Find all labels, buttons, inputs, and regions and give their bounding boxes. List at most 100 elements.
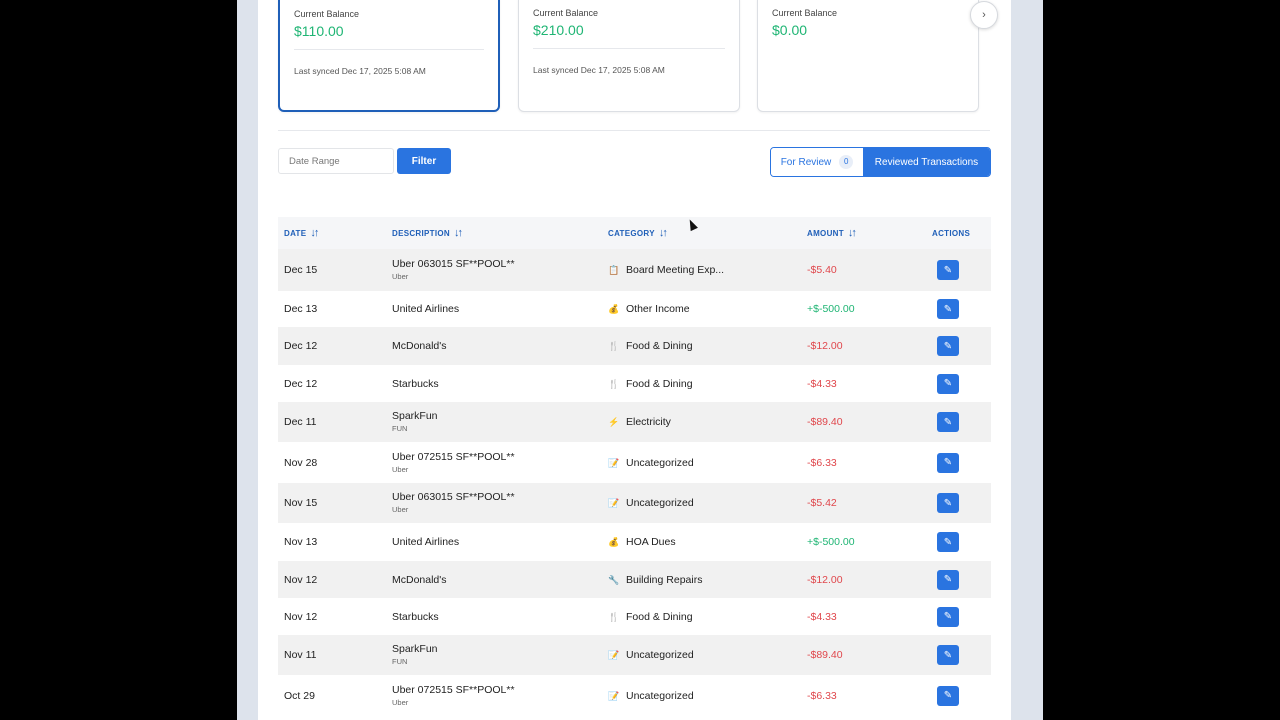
- category-icon: 💰: [608, 537, 620, 547]
- table-row[interactable]: Nov 11 SparkFun FUN 📝 Uncategorized -$89.40 ✎: [278, 635, 991, 675]
- table-row[interactable]: Dec 11 SparkFun FUN ⚡ Electricity -$89.40 ✎: [278, 402, 991, 442]
- table-row[interactable]: Nov 13 United Airlines 💰 HOA Dues +$-500.00 ✎: [278, 523, 991, 561]
- amount-column-header[interactable]: AMOUNT ↓↑: [807, 227, 857, 239]
- description-text: Starbucks: [392, 377, 439, 390]
- amount-cell: -$5.40: [807, 264, 837, 276]
- table-row[interactable]: Dec 12 McDonald's 🍴 Food & Dining -$12.00 ✎: [278, 327, 991, 365]
- account-card-2[interactable]: Current Balance $210.00 Last synced Dec …: [518, 0, 740, 112]
- category-label: Other Income: [626, 303, 690, 315]
- edit-button[interactable]: ✎: [937, 336, 959, 356]
- amount-cell: -$6.33: [807, 689, 837, 702]
- for-review-tab[interactable]: For Review 0: [771, 148, 863, 176]
- edit-button[interactable]: ✎: [937, 299, 959, 319]
- table-row[interactable]: Nov 12 McDonald's 🔧 Building Repairs -$12.00…: [278, 561, 991, 598]
- category-icon: 📝: [608, 457, 620, 468]
- category-cell[interactable]: 💰 Other Income: [608, 303, 690, 315]
- description-text: Starbucks: [392, 610, 439, 623]
- category-cell[interactable]: 📝 Uncategorized: [608, 690, 694, 702]
- page-content: Current Balance $110.00 Last synced Dec …: [258, 0, 1011, 720]
- category-label: Food & Dining: [626, 610, 693, 623]
- category-icon: 📋: [608, 265, 620, 275]
- date-cell: Nov 11: [284, 649, 317, 661]
- description-column-header[interactable]: DESCRIPTION ↓↑: [392, 227, 463, 239]
- date-range-input[interactable]: [278, 148, 394, 174]
- actions-column-header: ACTIONS: [932, 229, 970, 238]
- category-label: Food & Dining: [626, 340, 693, 352]
- filter-button[interactable]: Filter: [397, 148, 451, 174]
- description-cell: Starbucks: [392, 378, 439, 390]
- edit-button[interactable]: ✎: [937, 532, 959, 552]
- category-label: Board Meeting Exp...: [626, 264, 725, 276]
- pencil-icon: ✎: [943, 649, 953, 661]
- category-icon: ⚡: [608, 417, 620, 427]
- description-text: Uber 072515 SF**POOL**: [392, 450, 515, 463]
- category-icon: 🍴: [608, 378, 620, 389]
- date-column-header[interactable]: DATE ↓↑: [284, 227, 319, 239]
- pencil-icon: ✎: [943, 378, 953, 389]
- date-cell: Dec 12: [284, 340, 318, 352]
- category-cell[interactable]: 📝 Uncategorized: [608, 649, 694, 661]
- edit-button[interactable]: ✎: [937, 606, 959, 627]
- table-header: DATE ↓↑ DESCRIPTION ↓↑ CATEGORY ↓↑ AMOUNT ↓↑…: [278, 217, 991, 249]
- table-row[interactable]: Dec 12 Starbucks 🍴 Food & Dining -$4.33 ✎: [278, 365, 991, 402]
- description-subtext: FUN: [392, 657, 408, 666]
- chevron-right-icon: ›: [982, 9, 986, 21]
- category-cell[interactable]: 📝 Uncategorized: [608, 457, 694, 469]
- description-cell: Starbucks: [392, 611, 439, 623]
- description-text: Uber 063015 SF**POOL**: [392, 491, 515, 503]
- category-column-header[interactable]: CATEGORY ↓↑: [608, 227, 668, 239]
- amount-cell: -$12.00: [807, 573, 843, 586]
- edit-button[interactable]: ✎: [937, 412, 959, 432]
- table-row[interactable]: Oct 29 Uber 072515 SF**POOL** Uber 📝 Uncateg…: [278, 675, 991, 716]
- description-cell: Uber 063015 SF**POOL** Uber: [392, 258, 515, 281]
- table-row[interactable]: Nov 15 Uber 063015 SF**POOL** Uber 📝 Uncateg…: [278, 483, 991, 523]
- category-cell[interactable]: 🍴 Food & Dining: [608, 611, 693, 623]
- description-cell: SparkFun FUN: [392, 410, 438, 433]
- table-row[interactable]: Nov 28 Uber 072515 SF**POOL** Uber 📝 Uncateg…: [278, 442, 991, 483]
- edit-button[interactable]: ✎: [937, 685, 959, 706]
- category-label: Electricity: [626, 416, 671, 428]
- next-arrow-button[interactable]: ›: [970, 1, 998, 29]
- edit-button[interactable]: ✎: [937, 452, 959, 473]
- balance-label: Current Balance: [772, 8, 838, 18]
- reviewed-transactions-tab[interactable]: Reviewed Transactions: [863, 148, 990, 176]
- pencil-icon: ✎: [943, 536, 953, 548]
- category-cell[interactable]: 📝 Uncategorized: [608, 497, 694, 509]
- category-label: Uncategorized: [626, 649, 694, 661]
- category-label: Building Repairs: [626, 573, 703, 586]
- card-divider: [533, 48, 725, 49]
- edit-button[interactable]: ✎: [937, 645, 959, 665]
- category-label: Uncategorized: [626, 456, 694, 469]
- category-cell[interactable]: 🍴 Food & Dining: [608, 340, 693, 352]
- date-cell: Nov 28: [284, 456, 318, 469]
- account-card-1[interactable]: Current Balance $110.00 Last synced Dec …: [278, 0, 500, 112]
- description-header-label: DESCRIPTION: [392, 228, 450, 238]
- edit-button[interactable]: ✎: [937, 260, 959, 280]
- date-cell: Nov 15: [284, 497, 318, 509]
- review-toggle: For Review 0 Reviewed Transactions: [770, 147, 991, 177]
- category-cell[interactable]: 🔧 Building Repairs: [608, 574, 702, 586]
- category-cell[interactable]: ⚡ Electricity: [608, 416, 671, 428]
- balance-value: $110.00: [294, 23, 344, 39]
- category-icon: 💰: [608, 304, 620, 314]
- category-icon: 📝: [608, 498, 620, 508]
- category-cell[interactable]: 💰 HOA Dues: [608, 536, 676, 548]
- description-cell: McDonald's: [392, 574, 447, 586]
- edit-button[interactable]: ✎: [937, 373, 959, 394]
- table-row[interactable]: Nov 12 Starbucks 🍴 Food & Dining -$4.33 ✎: [278, 598, 991, 635]
- amount-cell: -$6.33: [807, 456, 837, 469]
- description-subtext: FUN: [392, 424, 408, 433]
- category-cell[interactable]: 📋 Board Meeting Exp...: [608, 264, 724, 276]
- edit-button[interactable]: ✎: [937, 493, 959, 513]
- section-divider: [278, 130, 990, 131]
- category-label: Uncategorized: [626, 497, 694, 509]
- category-cell[interactable]: 🍴 Food & Dining: [608, 378, 693, 390]
- account-card-3[interactable]: Current Balance $0.00: [757, 0, 979, 112]
- description-cell: SparkFun FUN: [392, 643, 438, 666]
- table-row[interactable]: Dec 15 Uber 063015 SF**POOL** Uber 📋 Board M…: [278, 249, 991, 291]
- category-label: Food & Dining: [626, 377, 693, 390]
- amount-cell: -$89.40: [807, 416, 843, 428]
- description-subtext: Uber: [392, 464, 409, 474]
- table-row[interactable]: Dec 13 United Airlines 💰 Other Income +$-500…: [278, 291, 991, 327]
- edit-button[interactable]: ✎: [937, 569, 959, 590]
